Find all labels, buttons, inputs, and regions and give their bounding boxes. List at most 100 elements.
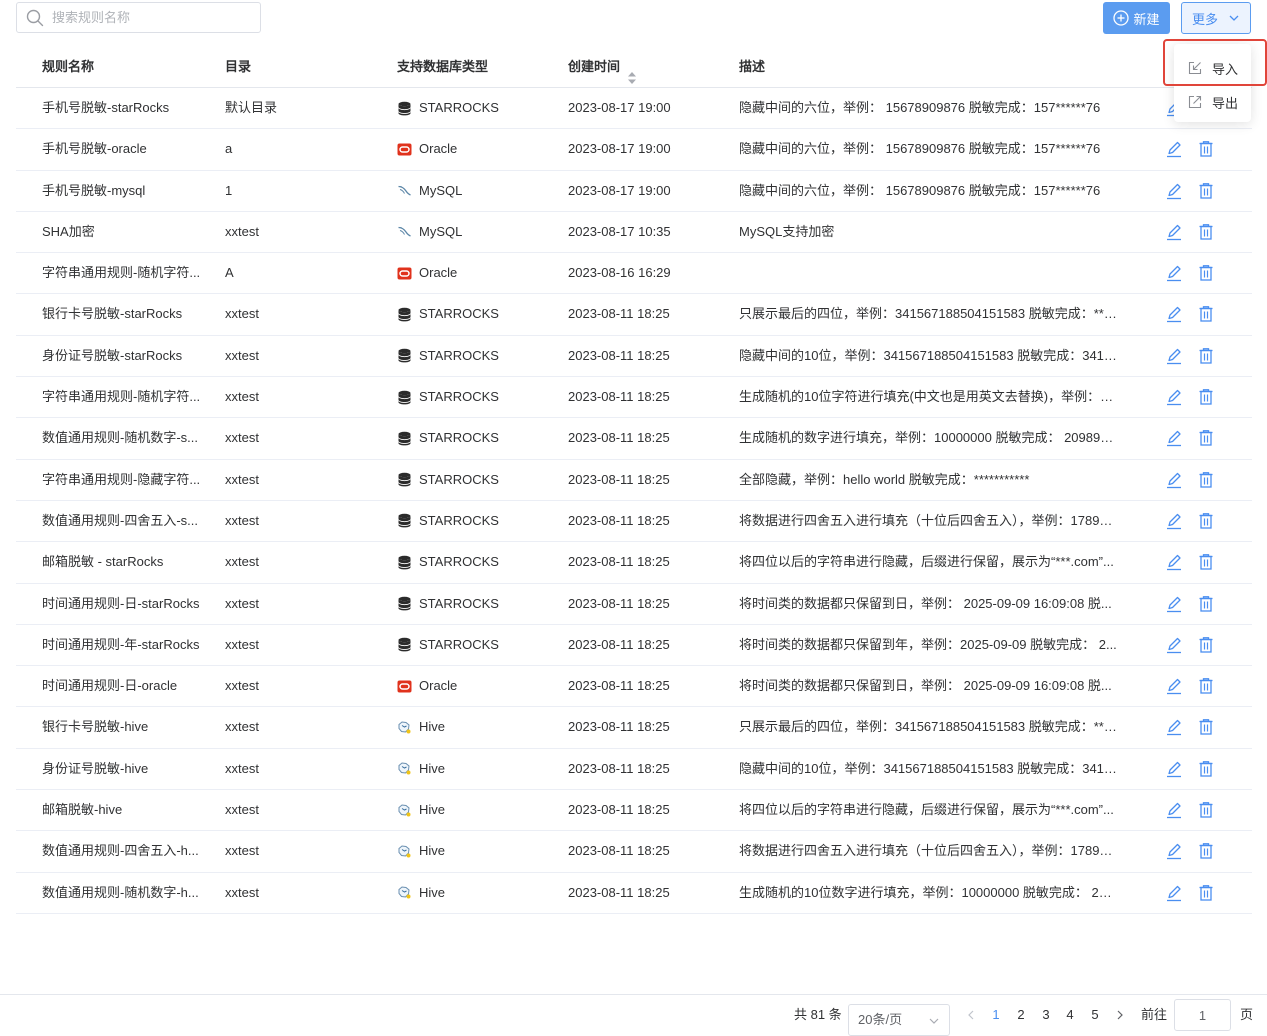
edit-icon[interactable] [1164, 635, 1184, 655]
description-cell: 生成随机的数字进行填充，举例：10000000 脱敏完成： 2098907... [739, 430, 1117, 446]
edit-icon[interactable] [1164, 470, 1184, 490]
delete-icon[interactable] [1196, 841, 1216, 861]
description-cell: 将时间类的数据都只保留到年，举例：2025-09-09 脱敏完成： 2... [739, 636, 1117, 652]
table-row: 银行卡号脱敏-starRocks xxtest STARROCKS 2023-08-1… [16, 294, 1252, 336]
goto-page-input[interactable] [1174, 999, 1231, 1031]
rule-name-cell: 字符串通用规则-随机字符... [42, 265, 201, 281]
db-type-label: Hive [419, 719, 446, 735]
db-type-label: STARROCKS [419, 306, 499, 322]
edit-icon[interactable] [1164, 759, 1184, 779]
page-number[interactable]: 3 [1038, 995, 1054, 1035]
page-number[interactable]: 4 [1062, 995, 1078, 1035]
directory-cell: xxtest [225, 678, 259, 694]
delete-icon[interactable] [1196, 181, 1216, 201]
header-directory: 目录 [225, 59, 252, 74]
directory-cell: xxtest [225, 760, 259, 776]
rule-name-cell: 银行卡号脱敏-starRocks [42, 306, 183, 322]
table-row: 数值通用规则-四舍五入-h... xxtest Hive 2023-08-11 18:… [16, 831, 1252, 873]
db-type-label: MySQL [419, 182, 463, 198]
edit-icon[interactable] [1164, 387, 1184, 407]
table-row: 字符串通用规则-隐藏字符... xxtest STARROCKS 2023-08-11… [16, 460, 1252, 501]
search-box[interactable] [16, 2, 261, 33]
edit-icon[interactable] [1164, 428, 1184, 448]
delete-icon[interactable] [1196, 883, 1216, 903]
prev-page-button[interactable] [965, 1009, 977, 1021]
created-time-cell: 2023-08-11 18:25 [568, 512, 670, 528]
rule-name-cell: SHA加密 [42, 223, 95, 239]
delete-icon[interactable] [1196, 511, 1216, 531]
page-number[interactable]: 2 [1013, 995, 1029, 1035]
menu-item-import[interactable]: 导入 [1174, 51, 1251, 85]
table-row: 字符串通用规则-随机字符... A Oracle 2023-08-16 16:29 [16, 253, 1252, 295]
delete-icon[interactable] [1196, 594, 1216, 614]
header-created-time[interactable]: 创建时间 [568, 46, 637, 87]
new-button[interactable]: 新建 [1103, 2, 1170, 34]
delete-icon[interactable] [1196, 470, 1216, 490]
delete-icon[interactable] [1196, 263, 1216, 283]
db-type-label: Hive [419, 802, 446, 818]
table-row: 时间通用规则-年-starRocks xxtest STARROCKS 2023-08… [16, 625, 1252, 667]
description-cell: 隐藏中间的六位，举例： 15678909876 脱敏完成：157******76 [739, 182, 1101, 198]
edit-icon[interactable] [1164, 222, 1184, 242]
page-size-select[interactable]: 20条/页 [848, 1004, 950, 1036]
edit-icon[interactable] [1164, 800, 1184, 820]
rule-name-cell: 数值通用规则-四舍五入-s... [42, 512, 198, 528]
delete-icon[interactable] [1196, 635, 1216, 655]
delete-icon[interactable] [1196, 717, 1216, 737]
page-number[interactable]: 5 [1087, 995, 1103, 1035]
search-input[interactable] [52, 10, 242, 25]
actions-cell [1164, 294, 1244, 334]
edit-icon[interactable] [1164, 304, 1184, 324]
starrocks-icon [397, 472, 412, 487]
db-type-cell: Hive [397, 707, 557, 747]
page-number[interactable]: 1 [988, 995, 1004, 1035]
directory-cell: xxtest [225, 306, 259, 322]
created-time-cell: 2023-08-11 18:25 [568, 802, 670, 818]
created-time-cell: 2023-08-11 18:25 [568, 554, 670, 570]
edit-icon[interactable] [1164, 717, 1184, 737]
edit-icon[interactable] [1164, 594, 1184, 614]
db-type-label: STARROCKS [419, 554, 499, 570]
edit-icon[interactable] [1164, 883, 1184, 903]
sort-icon[interactable] [627, 60, 637, 84]
edit-icon[interactable] [1164, 346, 1184, 366]
page-suffix-label: 页 [1240, 1007, 1254, 1022]
db-type-label: Hive [419, 760, 446, 776]
delete-icon[interactable] [1196, 139, 1216, 159]
menu-item-export[interactable]: 导出 [1174, 85, 1251, 119]
description-cell: 只展示最后的四位，举例：341567188504151583 脱敏完成：****… [739, 306, 1117, 322]
edit-icon[interactable] [1164, 552, 1184, 572]
delete-icon[interactable] [1196, 676, 1216, 696]
created-time-cell: 2023-08-11 18:25 [568, 719, 670, 735]
db-type-label: Hive [419, 884, 446, 900]
db-type-cell: STARROCKS [397, 418, 557, 458]
edit-icon[interactable] [1164, 676, 1184, 696]
created-time-cell: 2023-08-11 18:25 [568, 389, 670, 405]
edit-icon[interactable] [1164, 139, 1184, 159]
delete-icon[interactable] [1196, 222, 1216, 242]
delete-icon[interactable] [1196, 304, 1216, 324]
delete-icon[interactable] [1196, 346, 1216, 366]
description-cell: 生成随机的10位数字进行填充，举例：10000000 脱敏完成： 209... [739, 884, 1117, 900]
table-row: 邮箱脱敏 - starRocks xxtest STARROCKS 2023-08-1… [16, 542, 1252, 584]
edit-icon[interactable] [1164, 181, 1184, 201]
rule-name-cell: 银行卡号脱敏-hive [42, 719, 149, 735]
delete-icon[interactable] [1196, 759, 1216, 779]
db-type-label: STARROCKS [419, 512, 499, 528]
rule-name-cell: 身份证号脱敏-starRocks [42, 347, 183, 363]
edit-icon[interactable] [1164, 511, 1184, 531]
edit-icon[interactable] [1164, 263, 1184, 283]
delete-icon[interactable] [1196, 428, 1216, 448]
more-button[interactable]: 更多 [1181, 2, 1251, 34]
edit-icon[interactable] [1164, 841, 1184, 861]
actions-cell [1164, 873, 1244, 913]
delete-icon[interactable] [1196, 552, 1216, 572]
db-type-label: Oracle [419, 141, 458, 157]
delete-icon[interactable] [1196, 800, 1216, 820]
directory-cell: 1 [225, 182, 233, 198]
db-type-cell: MySQL [397, 171, 557, 211]
delete-icon[interactable] [1196, 387, 1216, 407]
hive-icon [397, 803, 412, 818]
chevron-down-icon [1228, 12, 1240, 24]
next-page-button[interactable] [1114, 1009, 1126, 1021]
